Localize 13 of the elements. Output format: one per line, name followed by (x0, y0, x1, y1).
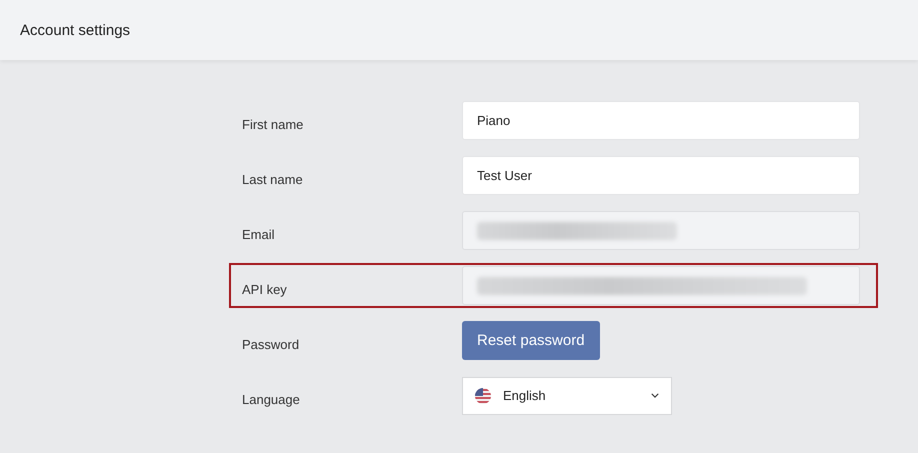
input-field[interactable]: Test User (462, 156, 860, 195)
flag-icon (475, 388, 491, 404)
field-label: Last name (242, 171, 304, 187)
reset-password-button[interactable]: Reset password (462, 321, 600, 360)
field-label: Password (242, 336, 300, 352)
page-title: Account settings (20, 22, 130, 38)
chevron-down-icon (651, 393, 659, 398)
input-field[interactable]: Piano (462, 101, 860, 140)
field-label: Language (242, 391, 301, 407)
language-select[interactable]: English (462, 376, 672, 414)
field-label: Email (242, 226, 276, 242)
field-label: First name (242, 116, 304, 132)
field-label: API key (242, 281, 288, 297)
